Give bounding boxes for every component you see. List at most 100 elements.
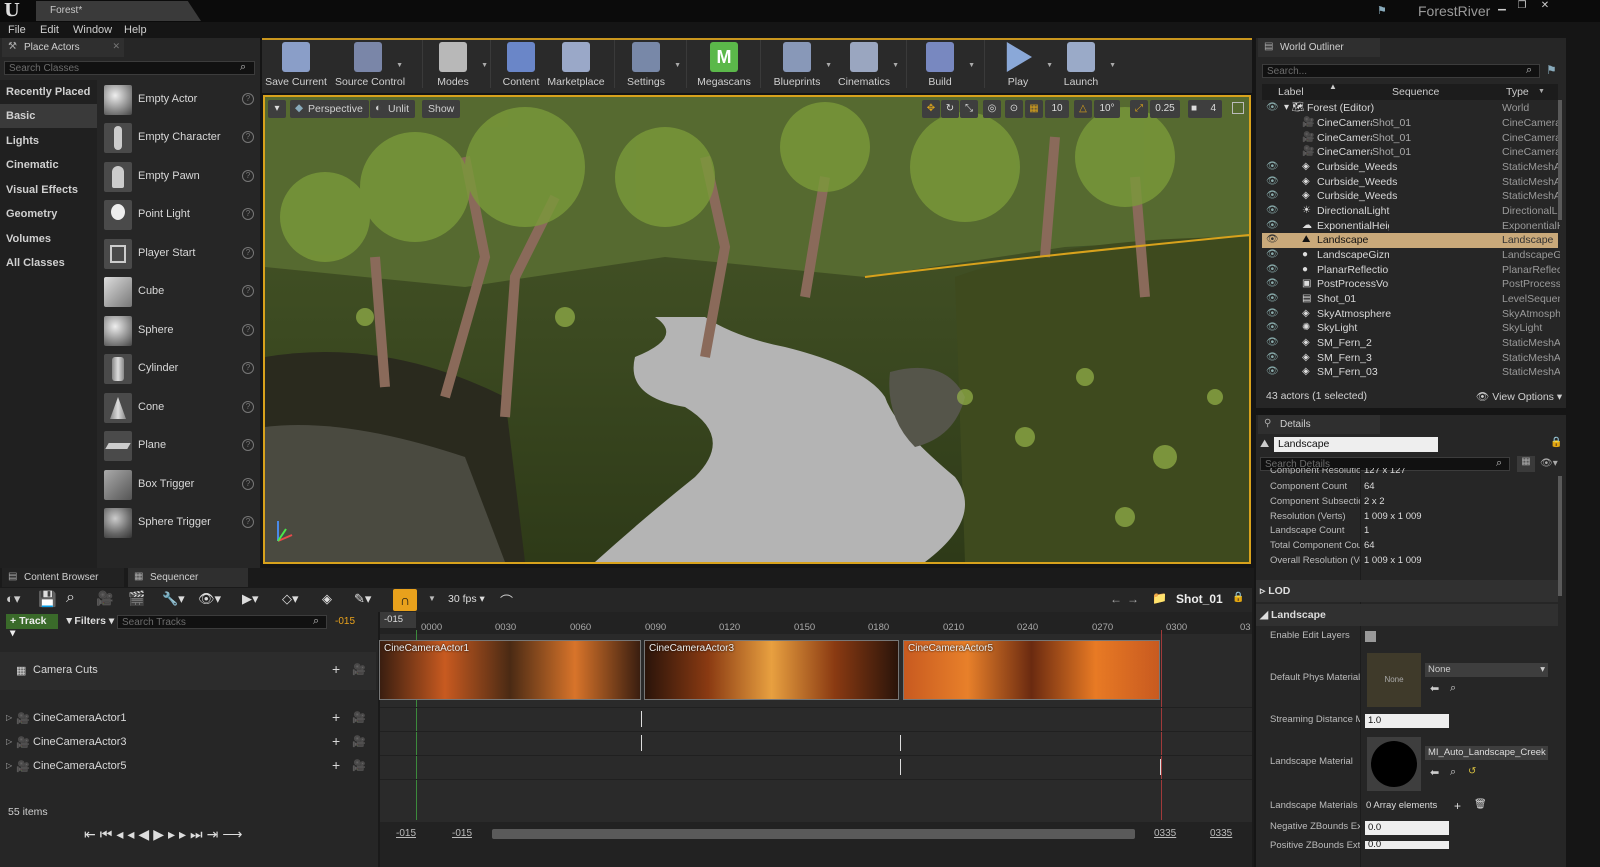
menu-help[interactable]: Help (124, 24, 147, 36)
expand-arrow-icon[interactable]: ▷ (6, 737, 12, 746)
actor-player-start[interactable]: Player Start? (102, 236, 262, 273)
actor-cylinder[interactable]: Cylinder? (102, 351, 262, 388)
outliner-row[interactable]: 👁 ◈ SkyAtmosphere SkyAtmosphere (1262, 307, 1560, 322)
level-viewport[interactable] (263, 95, 1251, 564)
add-element-icon[interactable]: + (1454, 799, 1461, 813)
camera-cuts-track[interactable]: ▦ Camera Cuts + 🎥 (0, 652, 376, 690)
add-icon[interactable]: + (332, 757, 340, 773)
use-selected-arrow-icon[interactable]: ⬅ (1430, 682, 1439, 695)
search-classes-input[interactable]: Search Classes (4, 61, 255, 75)
help-icon[interactable]: ? (242, 131, 254, 143)
marketplace-button[interactable]: Marketplace (543, 40, 609, 90)
landscape-material-dropdown[interactable]: MI_Auto_Landscape_Creek (1425, 746, 1548, 760)
add-icon[interactable]: + (332, 709, 340, 725)
clapboard-icon[interactable]: 🎬 (128, 590, 145, 607)
outliner-row[interactable]: 👁 ☀ DirectionalLight DirectionalLight (1262, 204, 1560, 219)
add-track-button[interactable]: + Track ▾ (6, 614, 58, 639)
close-icon[interactable]: ✕ (1538, 0, 1552, 12)
details-tab[interactable]: ⚲ Details (1258, 415, 1380, 434)
save-current-button[interactable]: Save Current (263, 40, 329, 90)
help-icon[interactable]: ? (242, 439, 254, 451)
cinematics-button[interactable]: Cinematics ▼ (831, 40, 899, 90)
translate-icon[interactable]: ✥ (922, 100, 940, 118)
find-in-browser-icon[interactable]: ⌕ (66, 589, 75, 607)
world-outliner-tab[interactable]: ▤ World Outliner (1258, 38, 1380, 57)
playback-options-icon[interactable]: ▶▾ (242, 591, 259, 607)
negative-zbounds-input[interactable]: 0.0 (1365, 821, 1449, 835)
filters-button[interactable]: ▼Filters ▾ (64, 615, 114, 627)
details-scrollbar[interactable] (1558, 476, 1562, 596)
outliner-row[interactable]: 👁 ◈ SM_Fern_3 StaticMeshActor (1262, 351, 1560, 366)
settings-button[interactable]: Settings ▼ (613, 40, 681, 90)
rotation-snap-value[interactable]: 10° (1094, 100, 1120, 118)
visibility-eye-icon[interactable]: 👁 (1266, 277, 1279, 292)
outliner-row[interactable]: 👁 ◈ SM_Fern_03 StaticMeshActor (1262, 365, 1560, 380)
actor-sphere[interactable]: Sphere? (102, 313, 262, 350)
actor-point-light[interactable]: Point Light? (102, 197, 262, 234)
dropdown-arrow-icon[interactable]: ▼ (968, 62, 975, 69)
category-all-classes[interactable]: All Classes (0, 251, 97, 275)
key-marker[interactable] (900, 735, 901, 751)
key-marker[interactable] (641, 711, 642, 727)
playback-end-marker[interactable] (1161, 630, 1162, 820)
lod-category[interactable]: ▹ LOD (1256, 580, 1558, 602)
phys-material-thumbnail[interactable]: None (1367, 653, 1421, 707)
help-icon[interactable]: ? (242, 362, 254, 374)
close-tab-icon[interactable]: ✕ (112, 41, 120, 52)
visibility-eye-icon[interactable]: 👁 (1266, 336, 1279, 351)
outliner-scrollbar[interactable] (1558, 100, 1562, 220)
view-options-icon[interactable]: 👁▾ (198, 591, 221, 607)
visibility-eye-icon[interactable]: 👁 (1266, 365, 1279, 380)
help-icon[interactable]: ? (242, 401, 254, 413)
scale-icon[interactable]: ⤡ (960, 100, 978, 118)
lock-icon[interactable]: 🔒 (1550, 437, 1562, 448)
megascans-button[interactable]: M Megascans (691, 40, 757, 90)
curve-editor-icon[interactable]: ⌒ (500, 591, 513, 610)
browse-search-icon[interactable]: ⌕ (1450, 682, 1456, 695)
trash-icon[interactable]: 🗑 (1474, 799, 1487, 810)
outliner-row[interactable]: 👁 ◈ SM_Fern_2 StaticMeshActor (1262, 336, 1560, 351)
key-options-icon[interactable]: ◇▾ (282, 591, 299, 607)
restore-icon[interactable]: ❐ (1515, 0, 1529, 12)
key-marker[interactable] (1160, 759, 1161, 775)
camera-speed[interactable]: ■ 4 (1188, 100, 1222, 118)
world-local-icon[interactable]: ◎ (983, 100, 1001, 118)
render-movie-icon[interactable]: 🎥 (96, 590, 113, 607)
column-type[interactable]: Type (1506, 86, 1529, 98)
build-button[interactable]: Build ▼ (907, 40, 975, 90)
help-icon[interactable]: ? (242, 247, 254, 259)
help-icon[interactable]: ? (242, 93, 254, 105)
place-actors-tab[interactable]: ⚒ Place Actors ✕ (2, 38, 124, 57)
track-row[interactable]: ▷ 🎥 CineCameraActor5 + 🎥 (0, 755, 376, 779)
actor-empty-actor[interactable]: Empty Actor? (102, 82, 262, 119)
actor-empty-pawn[interactable]: Empty Pawn? (102, 159, 262, 196)
outliner-row[interactable]: 👁 ◈ Curbside_Weeds StaticMeshActor (1262, 160, 1560, 175)
browse-search-icon[interactable]: ⌕ (1450, 766, 1456, 779)
content-browser-tab[interactable]: ▤ Content Browser (2, 568, 124, 587)
help-icon[interactable]: ? (242, 516, 254, 528)
visibility-eye-icon[interactable]: 👁 (1266, 101, 1279, 116)
working-range-end[interactable]: 0335 (1154, 828, 1176, 839)
rotate-icon[interactable]: ↻ (941, 100, 959, 118)
visibility-eye-icon[interactable]: 👁 (1266, 351, 1279, 366)
visibility-eye-icon[interactable]: 👁 (1266, 219, 1279, 234)
help-icon[interactable]: ? (242, 324, 254, 336)
outliner-row[interactable]: 👁 ✺ SkyLight SkyLight (1262, 321, 1558, 336)
camera-bind-icon[interactable]: 🎥 (352, 759, 366, 772)
category-volumes[interactable]: Volumes (0, 227, 97, 251)
edit-icon[interactable]: ✎▾ (354, 591, 371, 607)
dropdown-arrow-icon[interactable]: ▼ (892, 62, 899, 69)
help-icon[interactable]: ? (242, 478, 254, 490)
actor-cube[interactable]: Cube? (102, 274, 262, 311)
rotation-snap-icon[interactable]: △ (1074, 100, 1092, 118)
actor-plane[interactable]: Plane? (102, 428, 262, 465)
loop-icon[interactable]: ⟶ (222, 826, 246, 842)
play-reverse-icon[interactable]: ◀ (138, 826, 153, 842)
world-settings-icon[interactable]: ◐▾ (6, 591, 20, 607)
view-range-end[interactable]: 0335 (1210, 828, 1232, 839)
visibility-eye-icon[interactable]: 👁 (1266, 321, 1279, 336)
step-back-icon[interactable]: ◂◂ (116, 826, 138, 842)
working-range-start[interactable]: -015 (452, 828, 472, 839)
frame-rate-dropdown[interactable]: 30 fps ▾ (448, 593, 485, 605)
object-name-field[interactable]: Landscape (1274, 437, 1438, 452)
